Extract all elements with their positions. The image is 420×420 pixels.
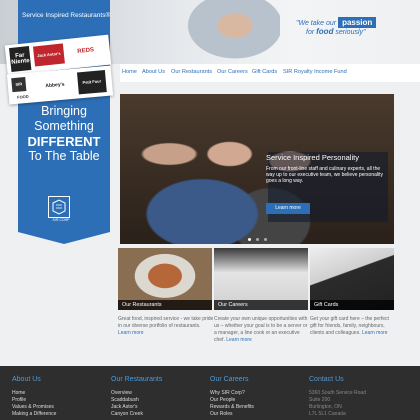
bringing-different-text: Bringing Something DIFFERENT To The Tabl… bbox=[18, 104, 110, 164]
footer-address-line-3: Burlington, ON bbox=[309, 404, 342, 410]
hero-slideshow[interactable]: Service Inspired Personality From our fr… bbox=[120, 94, 394, 244]
footer-link-our-roles[interactable]: Our Roles bbox=[210, 411, 233, 417]
tile-gift-cards-desc: Get your gift card here – the perfect gi… bbox=[310, 316, 396, 337]
footer-link-values[interactable]: Values & Promises bbox=[12, 404, 54, 410]
slide-body: From our front-line staff and culinary e… bbox=[266, 166, 384, 184]
main-nav: Home About Us Our Restaurants Our Career… bbox=[120, 64, 420, 82]
footer-address-line-1: 5360 South Service Road bbox=[309, 390, 366, 396]
tile-restaurants-text: Great food, inspired service - we take p… bbox=[118, 316, 214, 329]
tile-restaurants-desc: Great food, inspired service - we take p… bbox=[118, 316, 214, 337]
tagline: "We take our passion for food seriously" bbox=[296, 17, 377, 36]
hero-photo bbox=[180, 0, 280, 64]
footer-address-line-4: L7L 5L1 Canada bbox=[309, 411, 346, 417]
brand-title: Service Inspired Restaurants® bbox=[22, 12, 111, 19]
footer-link-canyon-creek[interactable]: Canyon Creek bbox=[111, 411, 143, 417]
tile-careers-label: Our Careers bbox=[214, 300, 308, 310]
footer-link-scaddabush[interactable]: Scaddabush bbox=[111, 397, 139, 403]
footer-link-profile[interactable]: Profile bbox=[12, 397, 26, 403]
slide-title: Service Inspired Personality bbox=[266, 153, 359, 162]
footer-link-making-difference[interactable]: Making a Difference bbox=[12, 411, 56, 417]
footer-link-why-sir[interactable]: Why SIR Corp? bbox=[210, 390, 245, 396]
tile-gift-cards-label: Gift Cards bbox=[310, 300, 394, 310]
logo-petit-four[interactable]: Petit Four bbox=[76, 70, 107, 95]
tile-gift-cards-learn-more[interactable]: Learn more bbox=[362, 330, 388, 336]
footer-link-overview[interactable]: Overview bbox=[111, 390, 132, 396]
logo-far-niente[interactable]: Far Niente bbox=[9, 45, 32, 72]
logo-reds[interactable]: REDS bbox=[67, 41, 104, 61]
logo-abbeys[interactable]: Abbey's bbox=[37, 75, 72, 96]
tile-restaurants-label: Our Restaurants bbox=[118, 300, 212, 310]
tile-careers-desc: Create your own unique opportunities wit… bbox=[214, 316, 310, 344]
tile-restaurants[interactable]: Our Restaurants bbox=[118, 248, 212, 310]
bringing-line-4: To The Table bbox=[28, 149, 100, 163]
footer-link-our-people[interactable]: Our People bbox=[210, 397, 235, 403]
footer-address-line-2: Suite 200 bbox=[309, 397, 331, 403]
tile-gift-cards[interactable]: Gift Cards bbox=[310, 248, 394, 310]
tile-restaurants-learn-more[interactable]: Learn more bbox=[118, 330, 144, 336]
tagline-food: food bbox=[316, 27, 334, 36]
footer-restaurants-heading[interactable]: Our Restaurants bbox=[111, 376, 162, 383]
nav-gift-cards[interactable]: Gift Cards bbox=[252, 69, 277, 75]
nav-about-us[interactable]: About Us bbox=[142, 69, 165, 75]
nav-our-careers[interactable]: Our Careers bbox=[217, 69, 248, 75]
footer-about-heading[interactable]: About Us bbox=[12, 376, 41, 383]
footer-link-jack-astors[interactable]: Jack Astor's bbox=[111, 404, 138, 410]
slide-dot-3[interactable] bbox=[264, 238, 267, 241]
tagline-text-post: seriously" bbox=[335, 29, 366, 36]
logo-sir[interactable]: SIR bbox=[11, 77, 27, 93]
footer-contact-heading[interactable]: Contact Us bbox=[309, 376, 344, 383]
footer-link-home[interactable]: Home bbox=[12, 390, 25, 396]
tagline-text-mid: for bbox=[306, 29, 315, 36]
tile-careers-learn-more[interactable]: Learn more bbox=[226, 337, 252, 343]
nav-royalty-fund[interactable]: SIR Royalty Income Fund bbox=[283, 69, 347, 75]
tagline-passion: passion bbox=[338, 17, 377, 28]
logo-food[interactable]: FOOD bbox=[13, 92, 34, 102]
bringing-line-1: Bringing bbox=[41, 104, 87, 118]
tagline-text-pre: "We take our bbox=[296, 20, 337, 27]
nav-our-restaurants[interactable]: Our Restaurants bbox=[171, 69, 212, 75]
footer-careers-heading[interactable]: Our Careers bbox=[210, 376, 249, 383]
slide-dot-1[interactable] bbox=[248, 238, 251, 241]
bringing-line-2: Something bbox=[34, 119, 94, 133]
logo-jack-astors[interactable]: Jack Astor's bbox=[32, 43, 65, 67]
bringing-line-3: DIFFERENT bbox=[27, 134, 101, 149]
nav-home[interactable]: Home bbox=[122, 69, 137, 75]
footer-link-rewards[interactable]: Rewards & Benefits bbox=[210, 404, 254, 410]
sir-corp-logo-icon bbox=[48, 196, 70, 218]
tile-careers[interactable]: Our Careers bbox=[214, 248, 308, 310]
sir-corp-label: SIR CORP bbox=[52, 218, 70, 222]
slide-dot-2[interactable] bbox=[256, 238, 259, 241]
slide-learn-more-button[interactable]: Learn more bbox=[266, 203, 310, 214]
